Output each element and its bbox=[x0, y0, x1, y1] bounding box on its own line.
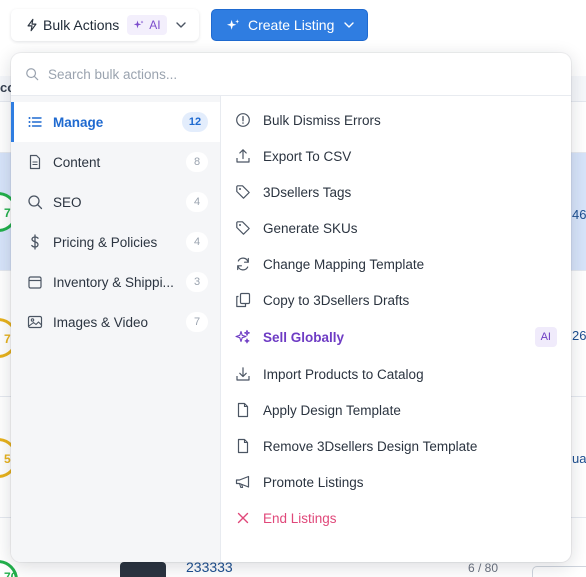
category-inventory-shipping[interactable]: Inventory & Shippi... 3 bbox=[11, 262, 220, 302]
action-promote-listings[interactable]: Promote Listings bbox=[221, 464, 571, 500]
ai-badge: AI bbox=[127, 15, 167, 35]
action-3dsellers-tags[interactable]: 3Dsellers Tags bbox=[221, 174, 571, 210]
category-count: 4 bbox=[186, 232, 208, 252]
category-count: 7 bbox=[186, 312, 208, 332]
category-count: 8 bbox=[186, 152, 208, 172]
product-thumbnail bbox=[120, 562, 166, 577]
box-icon bbox=[27, 274, 43, 290]
bulk-actions-button[interactable]: Bulk Actions AI bbox=[11, 9, 199, 41]
sparkle-icon bbox=[134, 20, 144, 29]
dollar-icon bbox=[27, 234, 43, 250]
category-sidebar: Manage 12 Content 8 SEO 4 Pricing & Poli… bbox=[11, 96, 221, 562]
create-listing-label: Create Listing bbox=[248, 17, 335, 33]
action-remove-design-template[interactable]: Remove 3Dsellers Design Template bbox=[221, 428, 571, 464]
image-icon bbox=[27, 314, 43, 330]
sparkle-icon bbox=[235, 329, 251, 345]
category-content[interactable]: Content 8 bbox=[11, 142, 220, 182]
alert-circle-icon bbox=[235, 112, 251, 128]
bolt-icon bbox=[27, 18, 37, 32]
action-label: Apply Design Template bbox=[263, 402, 401, 418]
action-import-products[interactable]: Import Products to Catalog bbox=[221, 356, 571, 392]
action-label: Remove 3Dsellers Design Template bbox=[263, 438, 478, 454]
tag-icon bbox=[235, 184, 251, 200]
action-label: Export To CSV bbox=[263, 148, 352, 164]
search-icon bbox=[27, 194, 43, 210]
category-manage[interactable]: Manage 12 bbox=[11, 102, 220, 142]
action-apply-design-template[interactable]: Apply Design Template bbox=[221, 392, 571, 428]
megaphone-icon bbox=[235, 474, 251, 490]
upload-icon bbox=[235, 148, 251, 164]
category-label: Images & Video bbox=[53, 314, 149, 330]
action-sell-globally[interactable]: Sell Globally AI bbox=[221, 319, 571, 355]
score-value: 7 bbox=[4, 206, 11, 220]
file-icon bbox=[235, 402, 251, 418]
action-copy-to-drafts[interactable]: Copy to 3Dsellers Drafts bbox=[221, 282, 571, 318]
category-label: Pricing & Policies bbox=[53, 234, 158, 250]
chevron-down-icon bbox=[344, 22, 355, 28]
action-change-mapping-template[interactable]: Change Mapping Template bbox=[221, 246, 571, 282]
score-value: 70 bbox=[4, 570, 18, 577]
search-input[interactable] bbox=[48, 66, 518, 82]
action-label: Import Products to Catalog bbox=[263, 366, 424, 382]
action-label: Change Mapping Template bbox=[263, 256, 425, 272]
refresh-icon bbox=[235, 256, 251, 272]
action-label: Copy to 3Dsellers Drafts bbox=[263, 292, 410, 308]
action-label: Generate SKUs bbox=[263, 220, 358, 236]
row-control[interactable] bbox=[532, 566, 586, 577]
action-label: 3Dsellers Tags bbox=[263, 184, 352, 200]
chevron-down-icon bbox=[175, 22, 186, 28]
action-label: Bulk Dismiss Errors bbox=[263, 112, 381, 128]
category-count: 12 bbox=[182, 112, 208, 132]
action-export-csv[interactable]: Export To CSV bbox=[221, 138, 571, 174]
action-bulk-dismiss-errors[interactable]: Bulk Dismiss Errors bbox=[221, 102, 571, 138]
ai-badge: AI bbox=[534, 327, 557, 347]
action-label: Sell Globally bbox=[263, 329, 345, 345]
category-label: Manage bbox=[53, 114, 104, 130]
score-value: 5 bbox=[4, 452, 11, 466]
create-listing-button[interactable]: Create Listing bbox=[211, 9, 368, 41]
action-list: Bulk Dismiss Errors Export To CSV 3Dsell… bbox=[221, 96, 571, 562]
action-generate-skus[interactable]: Generate SKUs bbox=[221, 210, 571, 246]
search-bar bbox=[11, 53, 571, 96]
ai-badge-label: AI bbox=[149, 18, 161, 32]
category-count: 4 bbox=[186, 192, 208, 212]
category-count: 3 bbox=[186, 272, 208, 292]
category-pricing-policies[interactable]: Pricing & Policies 4 bbox=[11, 222, 220, 262]
file-icon bbox=[235, 438, 251, 454]
bulk-actions-menu: Manage 12 Content 8 SEO 4 Pricing & Poli… bbox=[11, 53, 571, 562]
category-seo[interactable]: SEO 4 bbox=[11, 182, 220, 222]
bulk-actions-label: Bulk Actions bbox=[43, 17, 120, 33]
copy-icon bbox=[235, 292, 251, 308]
close-icon bbox=[235, 510, 251, 526]
action-label: End Listings bbox=[263, 510, 337, 526]
download-icon bbox=[235, 366, 251, 382]
table-cell: 26 bbox=[572, 328, 586, 343]
category-label: Inventory & Shippi... bbox=[53, 274, 174, 290]
sparkle-icon bbox=[226, 18, 240, 30]
score-value: 7 bbox=[4, 332, 11, 346]
table-cell: 46 bbox=[572, 207, 586, 222]
table-cell: ua bbox=[572, 451, 586, 466]
list-icon bbox=[27, 114, 43, 130]
tag-icon bbox=[235, 220, 251, 236]
category-images-video[interactable]: Images & Video 7 bbox=[11, 302, 220, 342]
category-label: SEO bbox=[53, 194, 82, 210]
char-count: 6 / 80 bbox=[468, 561, 499, 575]
search-icon bbox=[26, 68, 39, 81]
action-label: Promote Listings bbox=[263, 474, 364, 490]
category-label: Content bbox=[53, 154, 101, 170]
action-end-listings[interactable]: End Listings bbox=[221, 500, 571, 536]
document-icon bbox=[27, 154, 43, 170]
